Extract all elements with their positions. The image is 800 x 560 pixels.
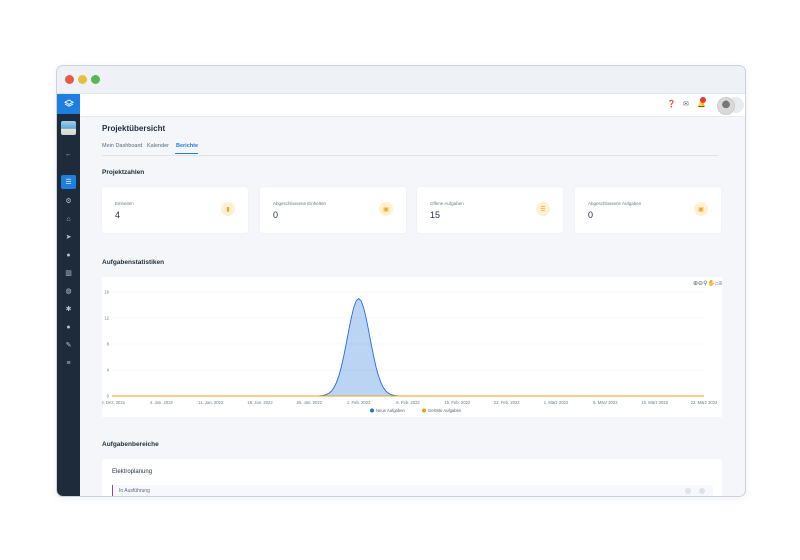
close-window-button[interactable] [65,75,74,84]
active-tab-indicator [175,153,198,155]
list-icon: ☰ [536,202,550,216]
pan-hand-icon[interactable]: ✋ [707,281,714,287]
main-content: Projektübersicht Mein Dashboard Kalender… [80,117,745,496]
x-tick-label: 8. März 2022 [593,400,618,405]
y-tick-label: 16 [104,290,109,295]
page-title: Projektübersicht [102,124,166,133]
task-area-title: Elektroplanung [112,469,153,475]
layers-icon[interactable] [57,94,80,114]
x-tick-label: 4. Jan. 2022 [150,400,174,405]
stat-value: 0 [273,210,279,220]
chart-menu-icon[interactable]: ≡ [719,281,723,287]
window-titlebar [57,66,745,94]
browser-window: ← ☰ ⚙ ⌂ ➤ ● ▥ ◍ ✱ ● ✎ ≡ ❓ ✉ 🔔 ⌄ Projektü… [56,65,746,497]
chart-svg: 0 4 8 12 16 28. Dez. 2021 4. Jan. 2022 11. Jan.… [99,290,718,414]
series-area-new-tasks [112,298,704,396]
y-tick-label: 12 [104,316,109,321]
menu-icon[interactable]: ≡ [57,356,80,370]
x-tick-label: 22. Feb. 2022 [494,400,521,405]
tab-reports[interactable]: Berichte [176,143,198,149]
home-icon[interactable]: ⌂ [57,212,80,226]
stat-label: Abgeschlossene Aufgaben [588,201,642,206]
section-task-areas: Aufgabenbereiche [102,441,159,448]
list-icon[interactable]: ☰ [61,175,76,189]
series-line-new-tasks [112,297,704,397]
x-tick-label: 8. Feb. 2022 [396,400,420,405]
stat-value: 15 [430,210,441,220]
mail-icon[interactable]: ✉ [683,100,689,108]
sidebar: ← ☰ ⚙ ⌂ ➤ ● ▥ ◍ ✱ ● ✎ ≡ [57,94,80,496]
legend-marker [370,408,374,413]
y-tick-label: 0 [107,394,110,399]
minimize-window-button[interactable] [78,75,87,84]
y-tick-label: 4 [107,368,110,373]
box-icon: ▣ [694,202,708,216]
x-tick-label: 1. Feb. 2022 [347,400,371,405]
legend-label: Neue Aufgaben [376,408,406,413]
tab-dashboard[interactable]: Mein Dashboard [102,143,142,149]
bell-icon[interactable]: ● [57,320,80,334]
x-tick-label: 22. März 2022 [691,400,718,405]
x-tick-label: 1. März 2022 [544,400,569,405]
help-icon[interactable]: ❓ [667,100,676,108]
stat-value: 4 [115,210,121,220]
task-area-row[interactable]: In Ausführung [112,485,713,496]
stat-card-completed-units: Abgeschlossene Einheiten 0 ▣ [260,187,406,233]
tabs-divider [102,155,718,156]
x-tick-label: 28. Dez. 2021 [102,400,126,405]
y-tick-label: 8 [107,342,110,347]
user-icon[interactable]: ● [57,248,80,262]
task-areas-card: Elektroplanung In Ausführung [102,459,722,496]
section-project-numbers: Projektzahlen [102,169,145,176]
tab-calendar[interactable]: Kalender [147,143,169,149]
stat-label: Einheiten [115,201,134,206]
wrench-icon[interactable]: ✎ [57,338,80,352]
stat-card-completed-tasks: Abgeschlossene Aufgaben 0 ▣ [575,187,721,233]
project-thumbnail[interactable] [61,121,76,135]
stat-value: 0 [588,210,594,220]
send-icon[interactable]: ➤ [57,230,80,244]
x-tick-label: 18. Jan. 2022 [247,400,273,405]
chart-toolbar: ⊕⊖⚲✋⌂≡ [693,280,722,287]
expand-icon[interactable] [699,488,705,494]
maximize-window-button[interactable] [91,75,100,84]
bookmark-icon: ▮ [221,202,235,216]
task-stats-chart: ⊕⊖⚲✋⌂≡ 0 4 8 12 16 28. Dez. 2021 4. Jan. 2022 1… [99,277,722,417]
legend-label: Gelöste Aufgaben [428,408,462,413]
stat-label: Offene Aufgaben [430,201,464,206]
topbar: ❓ ✉ 🔔 ⌄ [80,94,745,117]
avatar[interactable] [717,97,735,115]
stat-card-units: Einheiten 4 ▮ [102,187,248,233]
globe-icon[interactable]: ◍ [57,284,80,298]
stat-card-open-tasks: Offene Aufgaben 15 ☰ [417,187,563,233]
stat-label: Abgeschlossene Einheiten [273,201,327,206]
task-area-status: In Ausführung [119,488,150,494]
box-icon: ▣ [379,202,393,216]
x-tick-label: 11. Jan. 2022 [198,400,224,405]
chart-icon[interactable]: ▥ [57,266,80,280]
notification-badge [700,97,706,103]
star-icon[interactable]: ✱ [57,302,80,316]
section-task-stats: Aufgabenstatistiken [102,259,165,266]
x-tick-label: 15. Feb. 2022 [444,400,471,405]
x-tick-label: 25. Jan. 2022 [297,400,323,405]
x-tick-label: 15. März 2022 [641,400,668,405]
settings-icon[interactable]: ⚙ [57,194,80,208]
count-pill [685,488,691,494]
legend-marker [422,408,426,413]
arrow-left-icon[interactable]: ← [57,147,80,161]
